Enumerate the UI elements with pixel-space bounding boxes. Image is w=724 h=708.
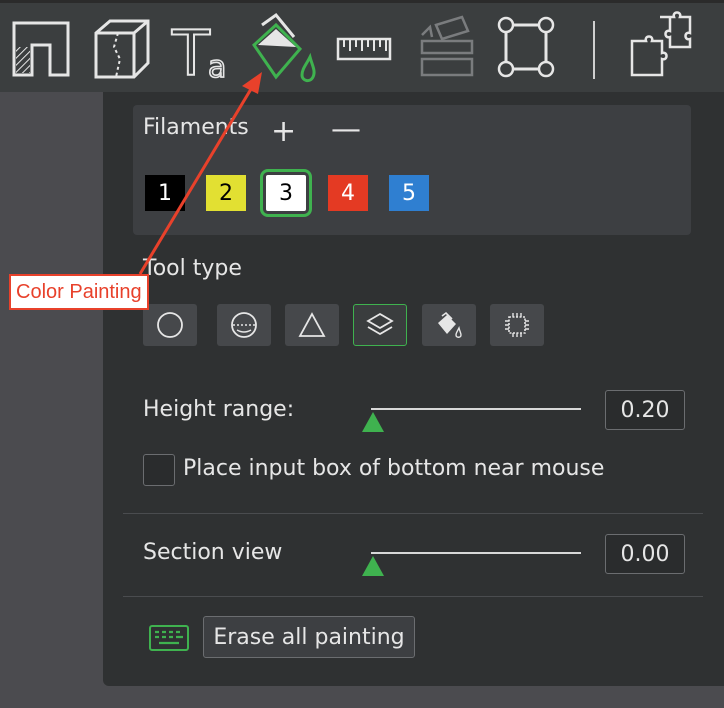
filament-swatch-1[interactable]: 1 [145,175,185,211]
height-range-input[interactable]: 0.20 [605,390,685,430]
cube-seam-icon [94,19,150,79]
add-filament-button[interactable]: + [271,117,296,147]
triangle-icon [298,312,326,337]
tool-type-circle-button[interactable] [143,304,197,346]
color-painting-tool-button[interactable] [250,11,318,83]
section-view-value: 0.00 [620,541,670,567]
seam-tool-button[interactable] [492,11,560,83]
support-tool-button[interactable] [88,11,156,83]
filaments-section: Filaments + — 1 2 3 4 5 [133,105,691,235]
section-view-input[interactable]: 0.00 [605,534,685,574]
fill-bucket-icon [438,311,462,338]
sphere-icon [231,312,257,338]
tool-type-label: Tool type [143,256,242,281]
height-range-value: 0.20 [620,397,670,423]
cut-tool-button[interactable] [6,11,74,83]
section-view-slider-thumb[interactable] [362,556,384,576]
paint-bucket-icon [252,12,316,83]
text-tool-button[interactable]: T a [170,11,238,91]
filament-swatch-label: 4 [341,180,355,206]
filament-swatch-5[interactable]: 5 [389,175,429,211]
filament-swatch-label: 1 [158,180,172,206]
frame-corners-icon [497,16,555,78]
section-divider [123,596,703,597]
height-range-slider-track[interactable] [371,408,581,410]
text-ta-icon: T a [170,16,227,91]
filaments-title: Filaments [143,115,249,140]
tool-type-gap-fill-button[interactable] [490,304,544,346]
place-input-box-label: Place input box of bottom near mouse [183,456,605,481]
ruler-icon [336,37,392,61]
text-tool-glyph-a: a [208,50,226,83]
annotation-label: Color Painting [9,274,149,310]
chip-icon [505,313,529,337]
place-input-box-checkbox[interactable] [143,454,175,486]
toolbar-separator [593,21,595,79]
assembly-tool-button[interactable] [412,11,480,83]
filament-swatch-label: 3 [279,180,293,206]
circle-icon [157,312,183,338]
tool-type-height-range-button[interactable] [353,304,407,346]
height-range-label: Height range: [143,397,295,422]
filament-swatch-4[interactable]: 4 [328,175,368,211]
section-view-slider-track[interactable] [371,552,581,554]
tool-type-fill-button[interactable] [422,304,476,346]
erase-all-painting-button[interactable]: Erase all painting [203,616,415,658]
filament-swatch-2[interactable]: 2 [206,175,246,211]
text-tool-glyph-t: T [171,17,211,83]
stacked-parts-icon [420,15,474,77]
tool-type-triangle-button[interactable] [285,304,339,346]
keyboard-icon[interactable] [149,625,189,651]
filament-swatch-label: 5 [402,180,416,206]
arrange-tool-button[interactable] [624,11,692,83]
cut-corner-icon [12,21,70,77]
remove-filament-button[interactable]: — [331,115,361,145]
erase-all-painting-label: Erase all painting [213,624,405,650]
layers-icon [366,312,394,336]
section-view-label: Section view [143,540,283,565]
top-toolbar: T a [0,0,724,92]
filament-swatch-3[interactable]: 3 [260,169,312,217]
section-divider [123,513,703,514]
color-painting-panel: Filaments + — 1 2 3 4 5 Tool type Height… [103,92,724,686]
height-range-slider-thumb[interactable] [362,412,384,432]
measure-tool-button[interactable] [330,11,398,83]
filament-swatch-label: 2 [219,180,233,206]
tool-type-sphere-button[interactable] [217,304,271,346]
puzzle-icon [630,11,692,77]
annotation-label-text: Color Painting [16,280,142,303]
